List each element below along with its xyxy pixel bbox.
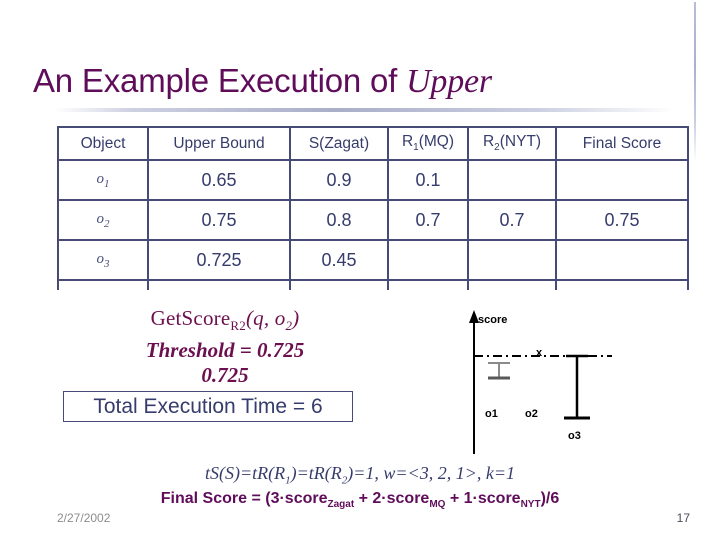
cell-object: o1 <box>57 159 149 201</box>
column-header-s-zagat: S(Zagat) <box>289 126 389 161</box>
cell-empty <box>289 279 389 290</box>
page-title-emphasis: Upper <box>406 63 492 100</box>
diagram-label-o1: o1 <box>485 408 498 420</box>
cell-final-score <box>555 239 689 281</box>
column-header-upper-bound: Upper Bound <box>147 126 291 161</box>
execution-table: Object Upper Bound S(Zagat) R1(MQ) R2(NY… <box>57 126 689 290</box>
table-row: o2 0.75 0.8 0.7 0.7 0.75 <box>57 199 689 241</box>
cell-r2-nyt <box>467 159 557 201</box>
table-row: o1 0.65 0.9 0.1 <box>57 159 689 201</box>
diagram-label-o2: o2 <box>525 408 538 420</box>
cell-r1-mq <box>387 239 469 281</box>
cell-upper-bound: 0.725 <box>147 239 291 281</box>
cell-empty <box>387 279 469 290</box>
annotation-getscore-call: GetScoreR2(q, o2) <box>150 306 300 334</box>
footer-date: 2/27/2002 <box>57 511 111 525</box>
cell-s-zagat: 0.8 <box>289 199 389 241</box>
cell-final-score: 0.75 <box>555 199 689 241</box>
annotation-block: GetScoreR2(q, o2) Threshold = 0.725 0.72… <box>60 306 390 387</box>
cell-empty <box>57 279 149 290</box>
cell-s-zagat: 0.9 <box>289 159 389 201</box>
total-execution-time-box: Total Execution Time = 6 <box>63 391 353 422</box>
cell-upper-bound: 0.65 <box>147 159 291 201</box>
cell-r2-nyt <box>467 239 557 281</box>
table-row-partial <box>57 279 689 290</box>
column-header-r2-nyt: R2(NYT) <box>467 126 557 161</box>
page-title: An Example Execution of Upper <box>33 62 683 101</box>
diagram-label-o3: o3 <box>568 430 581 442</box>
cell-empty <box>467 279 557 290</box>
cell-r1-mq: 0.7 <box>387 199 469 241</box>
diagram-axis-label-score: score <box>478 314 508 326</box>
score-diagram-svg <box>469 310 612 454</box>
cell-object: o3 <box>57 239 149 281</box>
cell-upper-bound: 0.75 <box>147 199 291 241</box>
cell-object: o2 <box>57 199 149 241</box>
cell-r2-nyt: 0.7 <box>467 199 557 241</box>
score-diagram: score x o1 o2 o3 <box>452 306 667 454</box>
table-header-row: Object Upper Bound S(Zagat) R1(MQ) R2(NY… <box>57 126 689 161</box>
column-header-object: Object <box>57 126 149 161</box>
diagram-marker-x: x <box>536 347 543 359</box>
table-row: o3 0.725 0.45 <box>57 239 689 281</box>
cell-empty <box>555 279 689 290</box>
cell-r1-mq: 0.1 <box>387 159 469 201</box>
footer-page-number: 17 <box>676 511 690 525</box>
annotation-threshold-value: 0.725 <box>201 363 249 388</box>
annotation-threshold: Threshold = 0.725 <box>145 338 305 363</box>
formula-final-score: Final Score = (3·scoreZagat + 2·scoreMQ … <box>160 490 560 511</box>
slide-template-accent-line <box>694 2 696 162</box>
column-header-final-score: Final Score <box>555 126 689 161</box>
cell-s-zagat: 0.45 <box>289 239 389 281</box>
formula-parameters: tS(S)=tR(R1)=tR(R2)=1, w=<3, 2, 1>, k=1 <box>205 463 515 487</box>
cell-empty <box>147 279 291 290</box>
cell-final-score <box>555 159 689 201</box>
title-underline-rule <box>55 108 675 112</box>
erase-overlay-strip <box>160 190 258 194</box>
page-title-plain: An Example Execution of <box>33 62 407 99</box>
column-header-r1-mq: R1(MQ) <box>387 126 469 161</box>
